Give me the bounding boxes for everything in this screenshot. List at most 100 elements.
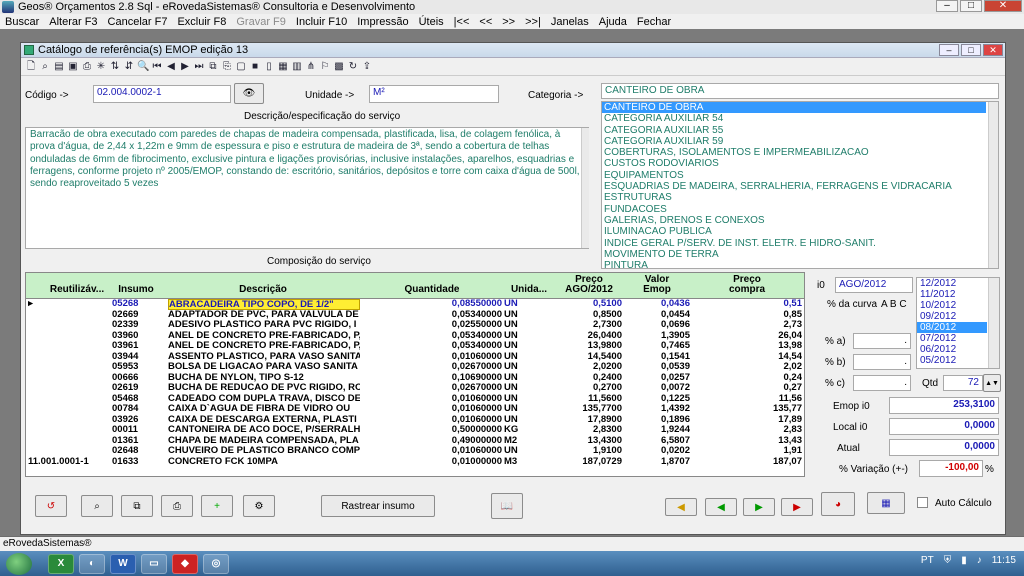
frame-icon[interactable]: ■ xyxy=(249,61,261,73)
cell-unidade[interactable]: UN xyxy=(504,415,544,426)
c-field[interactable]: . xyxy=(853,375,911,391)
cell-preco[interactable]: 0,2700 xyxy=(556,383,622,394)
cell-unidade[interactable]: UN xyxy=(504,331,544,342)
cell-preco-compra[interactable]: 11,56 xyxy=(692,394,802,405)
month-item[interactable]: 08/2012 xyxy=(917,322,987,333)
cell-unidade[interactable]: UN xyxy=(504,446,544,457)
minimize-button[interactable]: – xyxy=(936,0,958,12)
book-button[interactable]: 📖 xyxy=(491,493,523,519)
month-item[interactable]: 12/2012 xyxy=(917,278,987,289)
category-scrollbar[interactable] xyxy=(988,102,998,268)
rastrear-insumo-button[interactable]: Rastrear insumo xyxy=(321,495,435,517)
grid-prev-button[interactable]: ◀ xyxy=(705,498,737,516)
print-icon[interactable]: ⎙ xyxy=(81,61,93,73)
cell-preco-compra[interactable]: 135,77 xyxy=(692,404,802,415)
cell-preco-compra[interactable]: 0,85 xyxy=(692,310,803,321)
first-icon[interactable]: ⏮ xyxy=(151,61,163,73)
word-taskbar-icon[interactable]: W xyxy=(110,553,136,574)
tools-button[interactable]: ⚙ xyxy=(243,495,275,517)
atual-field[interactable]: 0,0000 xyxy=(889,439,999,456)
cell-reutilizavel[interactable] xyxy=(28,362,108,373)
copy-icon[interactable]: ⧉ xyxy=(207,61,219,73)
cell-unidade[interactable]: UN xyxy=(504,373,544,384)
qtd-stepper[interactable]: 72 xyxy=(943,375,983,391)
search-button[interactable]: ⌕ xyxy=(81,495,113,517)
cell-insumo[interactable]: 03960 xyxy=(112,331,162,342)
cell-unidade[interactable]: UN xyxy=(504,320,544,331)
col-quantidade[interactable]: Quantidade xyxy=(362,285,502,295)
cell-preco-compra[interactable]: 13,43 xyxy=(692,436,802,447)
cell-reutilizavel[interactable] xyxy=(28,299,108,310)
cell-descricao[interactable]: ANEL DE CONCRETO PRE-FABRICADO, P, xyxy=(168,331,360,342)
cell-descricao[interactable]: ADESIVO PLASTICO PARA PVC RIGIDO, I xyxy=(168,320,360,331)
cell-descricao[interactable]: CAIXA D`AGUA DE FIBRA DE VIDRO OU xyxy=(168,404,360,415)
category-item[interactable]: FUNDACOES xyxy=(602,204,986,215)
table-row[interactable]: 03961 ANEL DE CONCRETO PRE-FABRICADO, P, 0… xyxy=(26,341,804,352)
menu-janelas[interactable]: Janelas xyxy=(546,16,594,28)
cell-quantidade[interactable]: 0,50000000 xyxy=(362,425,502,436)
grid-first-button[interactable]: ◀ xyxy=(665,498,697,516)
cell-reutilizavel[interactable] xyxy=(28,310,108,321)
cell-insumo[interactable]: 03926 xyxy=(112,415,162,426)
cell-quantidade[interactable]: 0,01060000 xyxy=(362,415,502,426)
copy-button[interactable]: ⧉ xyxy=(121,495,153,517)
col-reutilizavel[interactable]: Reutilizáv... xyxy=(46,285,108,295)
find-icon[interactable]: 🔍 xyxy=(137,61,149,73)
document-icon[interactable]: ▯ xyxy=(263,61,275,73)
cell-valor-emop[interactable]: 0,7465 xyxy=(624,341,690,352)
cell-descricao[interactable]: ANEL DE CONCRETO PRE-FABRICADO, P, xyxy=(168,341,360,352)
cell-insumo[interactable]: 05268 xyxy=(112,299,162,310)
binoculars-button[interactable]: 👁 xyxy=(234,83,264,104)
month-scrollbar[interactable] xyxy=(988,278,999,368)
tree-icon[interactable]: ⋔ xyxy=(305,61,317,73)
a-field[interactable]: . xyxy=(853,333,911,349)
table-row[interactable]: 00666 BUCHA DE NYLON, TIPO S-12 0,10690000… xyxy=(26,373,804,384)
cell-descricao[interactable]: CAIXA DE DESCARGA EXTERNA, PLASTI xyxy=(168,415,360,426)
category-item[interactable]: CATEGORIA AUXILIAR 59 xyxy=(602,136,986,147)
menu-gravar[interactable]: Gravar F9 xyxy=(231,16,291,28)
cell-valor-emop[interactable]: 0,0436 xyxy=(624,299,690,310)
cell-insumo[interactable]: 02669 xyxy=(112,310,162,321)
cell-quantidade[interactable]: 0,05340000 xyxy=(362,341,502,352)
cell-descricao[interactable]: CONCRETO FCK 10MPA xyxy=(168,457,360,468)
cell-preco[interactable]: 0,8500 xyxy=(556,310,622,321)
cell-reutilizavel[interactable] xyxy=(28,331,108,342)
cell-quantidade[interactable]: 0,02670000 xyxy=(362,362,502,373)
cell-unidade[interactable]: UN xyxy=(504,352,544,363)
language-indicator[interactable]: PT xyxy=(921,555,934,566)
volume-icon[interactable]: ♪ xyxy=(977,555,982,566)
cell-insumo[interactable]: 00666 xyxy=(112,373,162,384)
month-list[interactable]: 12/2012 11/2012 10/2012 09/2012 08/2012 … xyxy=(916,277,1000,369)
descricao-scrollbar[interactable] xyxy=(581,128,589,248)
cell-descricao[interactable]: CHAPA DE MADEIRA COMPENSADA, PLA xyxy=(168,436,360,447)
cell-quantidade[interactable]: 0,02550000 xyxy=(362,320,502,331)
cell-unidade[interactable]: KG xyxy=(504,425,544,436)
sparkle-icon[interactable]: ✳ xyxy=(95,61,107,73)
menu-uteis[interactable]: Úteis xyxy=(414,16,449,28)
refresh-icon[interactable]: ↻ xyxy=(347,61,359,73)
menu-buscar[interactable]: Buscar xyxy=(0,16,44,28)
col-preco[interactable]: Preço AGO/2012 xyxy=(556,275,622,295)
menu-cancelar[interactable]: Cancelar F7 xyxy=(103,16,173,28)
cell-reutilizavel[interactable] xyxy=(28,446,108,457)
next-icon[interactable]: ▶ xyxy=(179,61,191,73)
clock[interactable]: 11:15 xyxy=(992,555,1016,566)
cell-reutilizavel[interactable] xyxy=(28,404,108,415)
cell-preco-compra[interactable]: 2,83 xyxy=(692,425,803,436)
cell-valor-emop[interactable]: 1,4392 xyxy=(624,404,690,415)
table-row[interactable]: 03926 CAIXA DE DESCARGA EXTERNA, PLASTI 0,… xyxy=(26,415,804,426)
cell-insumo[interactable]: 05468 xyxy=(112,394,162,405)
cell-unidade[interactable]: UN xyxy=(504,404,544,415)
cell-preco-compra[interactable]: 0,27 xyxy=(692,383,803,394)
table-row[interactable]: 03944 ASSENTO PLASTICO, PARA VASO SANITA 0… xyxy=(26,352,804,363)
cell-unidade[interactable]: UN xyxy=(504,310,544,321)
category-item[interactable]: MOVIMENTO DE TERRA xyxy=(602,249,986,260)
descricao-text[interactable]: Barracão de obra executado com paredes d… xyxy=(25,127,589,249)
window-maximize-button[interactable]: □ xyxy=(961,44,981,56)
category-item[interactable]: GALERIAS, DRENOS E CONEXOS xyxy=(602,215,986,226)
cell-valor-emop[interactable]: 0,0257 xyxy=(624,373,690,384)
cell-valor-emop[interactable]: 0,0696 xyxy=(624,320,690,331)
cell-preco[interactable]: 135,7700 xyxy=(556,404,622,415)
cell-preco-compra[interactable]: 13,98 xyxy=(692,341,802,352)
chart-button[interactable]: ◕ xyxy=(821,492,855,516)
